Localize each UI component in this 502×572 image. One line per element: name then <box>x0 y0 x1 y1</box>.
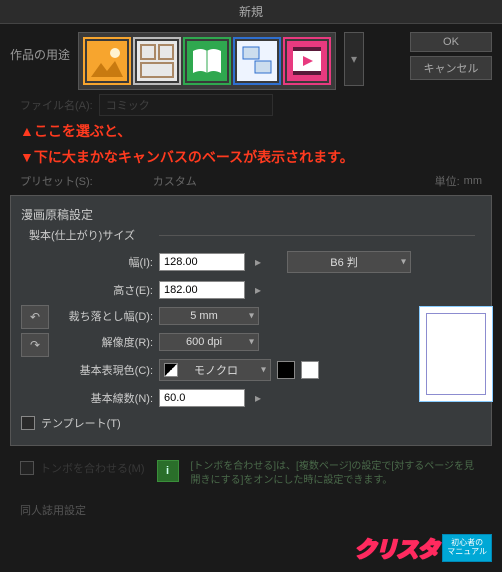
watermark-logo: クリスタ 初心者の マニュアル <box>354 532 492 564</box>
doujin-section-label: 同人誌用設定 <box>0 498 502 522</box>
cancel-button[interactable]: キャンセル <box>410 56 492 80</box>
basic-lines-stepper[interactable]: ▸ <box>251 389 265 407</box>
bleed-label: 裁ち落とし幅(D): <box>57 308 153 324</box>
filename-row: ファイル名(A): コミック <box>0 94 502 116</box>
logo-text: クリスタ <box>354 532 438 564</box>
basic-color-combo[interactable]: モノクロ <box>159 359 271 381</box>
rotate-ccw-button[interactable]: ↶ <box>21 305 49 329</box>
annotation-line-1: ▲ここを選ぶと、 <box>20 120 502 142</box>
swatch-white[interactable] <box>301 361 319 379</box>
info-icon: i <box>157 460 179 482</box>
info-text: [トンボを合わせる]は、[複数ページ]の設定で[対するページを見開きにする]をオ… <box>191 460 483 488</box>
unit-value[interactable]: mm <box>464 175 482 187</box>
preset-row: プリセット(S): カスタム 単位: mm <box>0 171 502 191</box>
basic-color-label: 基本表現色(C): <box>57 362 153 378</box>
purpose-icon-animation[interactable] <box>283 37 331 85</box>
rotate-cw-button[interactable]: ↷ <box>21 333 49 357</box>
crop-align-label: トンボを合わせる(M) <box>40 460 145 476</box>
window-title: 新規 <box>0 0 502 24</box>
height-input[interactable] <box>159 281 245 299</box>
width-input[interactable] <box>159 253 245 271</box>
canvas-preview-page <box>419 306 493 402</box>
logo-badge: 初心者の マニュアル <box>442 534 492 562</box>
basic-lines-label: 基本線数(N): <box>57 390 153 406</box>
preset-label: プリセット(S): <box>20 173 93 189</box>
ok-button[interactable]: OK <box>410 32 492 52</box>
purpose-label: 作品の用途 <box>10 46 70 63</box>
purpose-icon-book[interactable] <box>183 37 231 85</box>
crop-align-checkbox <box>20 461 34 475</box>
manga-settings-panel: 漫画原稿設定 製本(仕上がり)サイズ ↶ ↷ 幅(I): ▸ B6 判 高さ(E… <box>10 195 492 446</box>
basic-lines-input[interactable] <box>159 389 245 407</box>
size-preset-combo[interactable]: B6 判 <box>287 251 411 273</box>
binding-size-legend: 製本(仕上がり)サイズ <box>29 227 481 243</box>
purpose-icon-comic-layout[interactable] <box>133 37 181 85</box>
width-stepper[interactable]: ▸ <box>251 253 265 271</box>
purpose-icon-strip <box>78 32 336 90</box>
resolution-combo[interactable]: 600 dpi <box>159 333 259 351</box>
purpose-row: 作品の用途 ▾ OK キャンセル <box>0 24 502 94</box>
template-checkbox[interactable] <box>21 416 35 430</box>
unit-label: 単位: <box>435 173 460 189</box>
annotation-line-2: ▼下に大まかなキャンバスのベースが表示されます。 <box>20 146 502 168</box>
rotate-controls: ↶ ↷ <box>21 251 49 407</box>
purpose-icon-photos[interactable] <box>233 37 281 85</box>
panel-title: 漫画原稿設定 <box>21 206 481 223</box>
resolution-label: 解像度(R): <box>57 334 153 350</box>
height-label: 高さ(E): <box>57 282 153 298</box>
purpose-icon-illustration[interactable] <box>83 37 131 85</box>
filename-label: ファイル名(A): <box>20 97 93 113</box>
swatch-black[interactable] <box>277 361 295 379</box>
height-stepper[interactable]: ▸ <box>251 281 265 299</box>
width-label: 幅(I): <box>57 254 153 270</box>
filename-input[interactable]: コミック <box>99 94 273 116</box>
bleed-combo[interactable]: 5 mm <box>159 307 259 325</box>
canvas-preview <box>419 251 493 407</box>
preset-value[interactable]: カスタム <box>153 173 197 189</box>
template-label: テンプレート(T) <box>41 415 121 431</box>
purpose-dropdown-button[interactable]: ▾ <box>344 32 364 86</box>
